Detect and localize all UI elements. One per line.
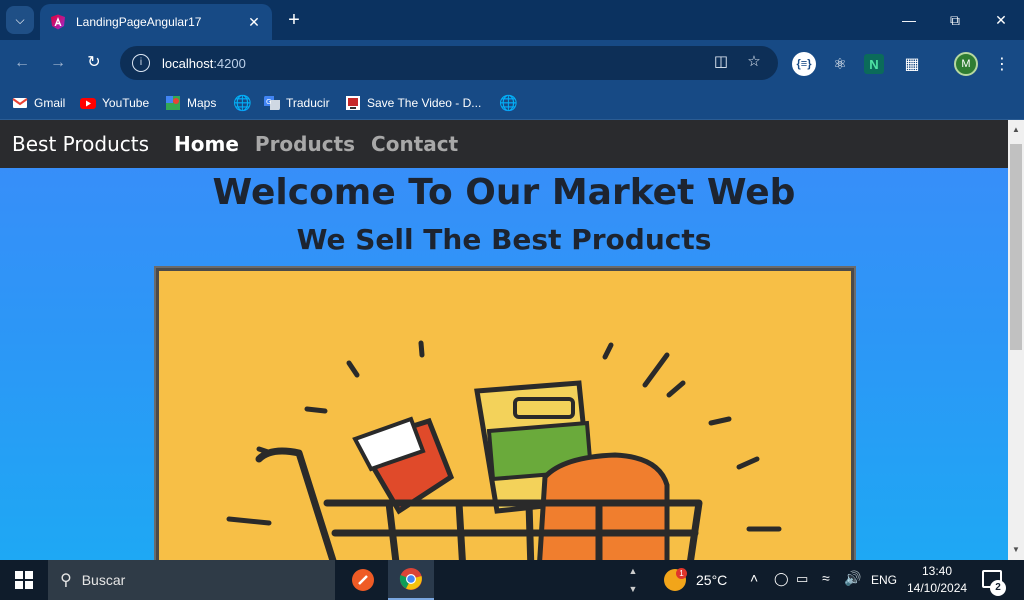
tab-active[interactable]: LandingPageAngular17 ✕ <box>40 4 272 40</box>
site-navbar: Best Products Home Products Contact <box>0 120 1008 168</box>
globe-icon: 🌐 <box>233 95 252 112</box>
profile-avatar[interactable]: M <box>954 52 978 76</box>
wifi-icon[interactable]: ≈ <box>822 570 830 586</box>
bookmark-star-icon[interactable]: ☆ <box>744 52 764 72</box>
extensions-puzzle-icon[interactable]: ▦ <box>900 52 924 76</box>
site-brand[interactable]: Best Products <box>12 132 149 156</box>
tab-search-button[interactable]: ⌵ <box>6 6 34 34</box>
close-window-button[interactable]: ✕ <box>978 6 1024 34</box>
reload-button[interactable]: ↻ <box>81 50 107 76</box>
bookmark-gmail[interactable]: Gmail <box>12 93 65 113</box>
scroll-up-arrow-icon[interactable]: ▲ <box>1008 122 1024 138</box>
minimize-button[interactable]: — <box>886 6 932 34</box>
taskbar-search[interactable]: ⚲ Buscar <box>48 560 335 600</box>
forward-button[interactable]: → <box>45 50 71 76</box>
restore-button[interactable]: ⧉ <box>932 6 978 34</box>
bookmark-globe-2[interactable]: 🌐 <box>499 93 518 113</box>
bookmarks-bar: Gmail YouTube Maps 🌐 G Traducir Save The… <box>0 86 1024 120</box>
language-indicator[interactable]: ENG <box>871 573 897 587</box>
start-button[interactable] <box>0 560 48 600</box>
scroll-thumb[interactable] <box>1010 144 1022 350</box>
taskbar-search-placeholder: Buscar <box>81 572 126 588</box>
notifications-count: 2 <box>990 580 1006 596</box>
clock-time[interactable]: 13:40 <box>922 564 952 578</box>
shopping-cart-illustration-icon <box>159 271 851 560</box>
browser-chrome: ⌵ LandingPageAngular17 ✕ + — ⧉ ✕ ← → ↻ i… <box>0 0 1024 120</box>
url-port: :4200 <box>213 55 246 71</box>
save-video-icon <box>346 96 360 110</box>
hero-image-frame <box>154 266 856 560</box>
bookmark-traducir[interactable]: G Traducir <box>264 93 330 113</box>
bookmark-globe-1[interactable]: 🌐 <box>233 93 252 113</box>
extension-n-icon[interactable]: N <box>864 54 884 74</box>
tray-expand-icon[interactable]: ˄ <box>750 570 758 586</box>
globe-icon: 🌐 <box>499 95 518 112</box>
address-bar[interactable]: i localhost:4200 <box>120 46 778 80</box>
hero-title: Welcome To Our Market Web <box>212 172 796 213</box>
extension-react-icon[interactable]: ⚛ <box>828 52 852 76</box>
taskbar-overflow-icon[interactable]: ▲ ▼ <box>626 562 640 598</box>
taskbar-app-chrome[interactable] <box>388 560 434 600</box>
back-button[interactable]: ← <box>9 50 35 76</box>
bookmark-youtube[interactable]: YouTube <box>80 93 149 113</box>
page-viewport: Best Products Home Products Contact Welc… <box>0 120 1008 560</box>
postman-icon <box>352 569 374 591</box>
tab-close-icon[interactable]: ✕ <box>246 14 262 31</box>
chevron-down-icon: ⌵ <box>15 12 25 27</box>
weather-badge: 1 <box>676 568 687 579</box>
hero-image <box>159 271 851 560</box>
youtube-icon <box>80 98 96 109</box>
weather-temp[interactable]: 25°C <box>696 572 727 588</box>
bookmark-save-the-video[interactable]: Save The Video - D... <box>345 93 481 113</box>
hero-subtitle: We Sell The Best Products <box>296 223 712 256</box>
taskbar-app-postman[interactable] <box>340 560 386 600</box>
angular-favicon-icon <box>51 14 65 30</box>
page-scrollbar[interactable]: ▲ ▼ <box>1008 120 1024 560</box>
bookmark-maps[interactable]: Maps <box>165 93 216 113</box>
new-tab-button[interactable]: + <box>282 8 306 32</box>
nav-home[interactable]: Home <box>174 132 239 156</box>
extension-json-icon[interactable]: {≡} <box>792 52 816 76</box>
maps-icon <box>166 96 180 110</box>
menu-kebab-icon[interactable]: ⋮ <box>990 52 1014 76</box>
search-icon: ⚲ <box>60 572 72 589</box>
tab-title: LandingPageAngular17 <box>76 15 202 29</box>
volume-icon[interactable]: 🔊 <box>844 570 861 587</box>
scroll-down-arrow-icon[interactable]: ▼ <box>1008 542 1024 558</box>
clock-date[interactable]: 14/10/2024 <box>907 581 967 595</box>
translate-page-icon[interactable]: ◫ <box>711 52 731 72</box>
translate-icon: G <box>264 96 280 110</box>
windows-logo-icon <box>15 571 33 589</box>
nav-products[interactable]: Products <box>255 132 355 156</box>
svg-text:G: G <box>266 98 271 106</box>
tab-strip: ⌵ LandingPageAngular17 ✕ + — ⧉ ✕ <box>0 0 1024 40</box>
meet-now-icon[interactable]: ◯ <box>774 571 789 587</box>
chrome-icon <box>399 568 422 590</box>
url-host: localhost <box>162 55 214 71</box>
battery-icon[interactable]: ▭ <box>796 571 808 587</box>
gmail-icon <box>12 98 28 108</box>
nav-contact[interactable]: Contact <box>371 132 458 156</box>
site-info-icon[interactable]: i <box>132 54 150 72</box>
taskbar: ⚲ Buscar ▲ ▼ 1 25°C ˄ ◯ ▭ ≈ 🔊 ENG 13:40 1… <box>0 560 1024 600</box>
